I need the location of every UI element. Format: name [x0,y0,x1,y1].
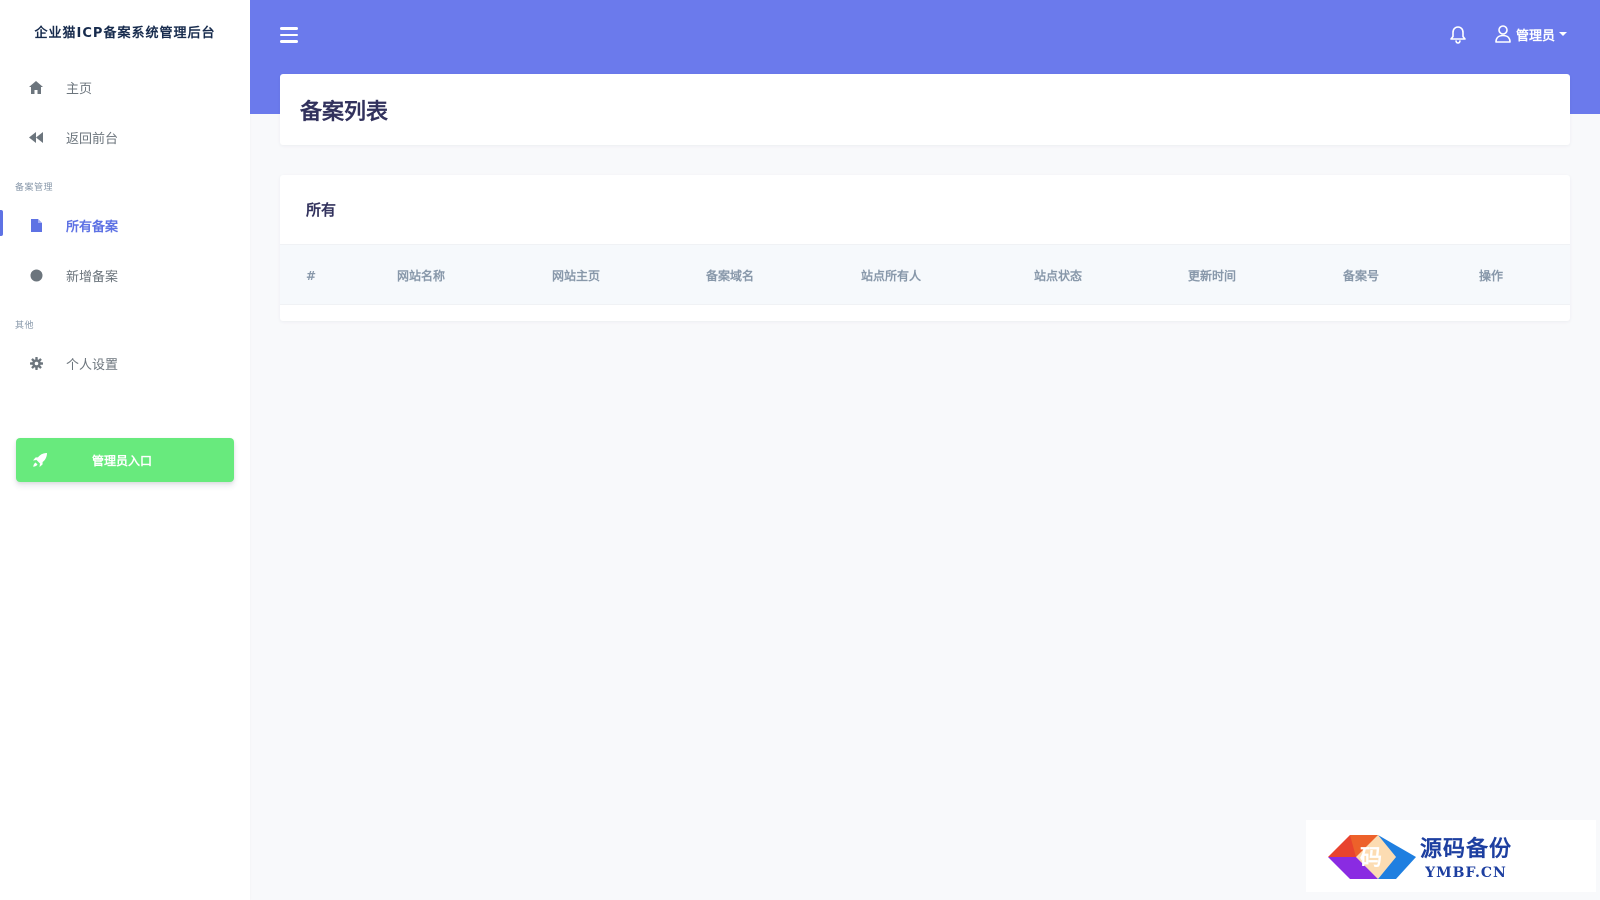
column-header-index: # [306,268,317,283]
sidebar-item-settings[interactable]: 个人设置 [0,338,250,388]
table-card-header: 所有 [306,201,337,219]
home-icon [28,79,44,95]
hamburger-bar [280,27,298,30]
menu-toggle-button[interactable] [280,27,298,43]
user-name: 管理员 [1516,28,1556,44]
watermark-cn: 源码备份 [1420,836,1513,862]
table-header-row: # 网站名称 网站主页 备案域名 站点所有人 站点状态 更新时间 备案号 操作 [280,244,1570,305]
sidebar-item-new-filing[interactable]: 新增备案 [0,250,250,300]
column-header-site-name: 网站名称 [397,269,446,283]
page-title: 备案列表 [300,99,389,125]
sidebar-item-back-frontend[interactable]: 返回前台 [0,112,250,162]
sidebar-section-filing: 备案管理 [15,182,54,193]
sidebar: 企业猫ICP备案系统管理后台 主页 返回前台 备案管理 所有备案 新增备案 其他 [0,0,250,900]
watermark-en: YMBF.CN [1425,865,1507,881]
column-header-actions: 操作 [1479,269,1504,283]
admin-entry-button[interactable]: 管理员入口 [16,438,234,482]
sidebar-item-home[interactable]: 主页 [0,62,250,112]
sidebar-item-label: 返回前台 [66,131,119,147]
watermark-text: 源码备份 YMBF.CN [1420,831,1512,881]
column-header-owner: 站点所有人 [861,269,922,283]
notification-bell-icon[interactable] [1448,25,1468,45]
hamburger-bar [280,40,298,43]
sidebar-item-label: 主页 [66,81,93,97]
sidebar-item-label: 个人设置 [66,357,119,373]
column-header-domain: 备案域名 [706,269,755,283]
sidebar-item-all-filings[interactable]: 所有备案 [0,200,250,250]
admin-entry-label: 管理员入口 [92,453,153,468]
sidebar-section-other: 其他 [15,320,35,331]
brand-title: 企业猫ICP备案系统管理后台 [34,25,216,41]
column-header-filing-number: 备案号 [1343,269,1380,283]
sidebar-item-label: 所有备案 [66,219,119,235]
sidebar-item-label: 新增备案 [66,269,119,285]
gear-icon [28,355,44,371]
watermark: 码 源码备份 YMBF.CN [1306,820,1596,892]
column-header-status: 站点状态 [1034,269,1083,283]
user-icon [1494,24,1512,44]
backward-icon [28,129,44,145]
filing-table-card: 所有 # 网站名称 网站主页 备案域名 站点所有人 站点状态 更新时间 备案号 … [280,175,1570,321]
circle-icon [28,267,44,283]
watermark-logo: 码 [1328,835,1416,879]
user-menu[interactable]: 管理员 [1494,24,1568,44]
rocket-icon [32,451,50,469]
page-title-card: 备案列表 [280,74,1570,145]
chevron-down-icon [1559,32,1568,36]
column-header-updated: 更新时间 [1188,269,1237,283]
file-icon [28,217,44,233]
hamburger-bar [280,33,298,36]
column-header-site-home: 网站主页 [552,269,601,283]
watermark-logo-text: 码 [1360,845,1382,871]
